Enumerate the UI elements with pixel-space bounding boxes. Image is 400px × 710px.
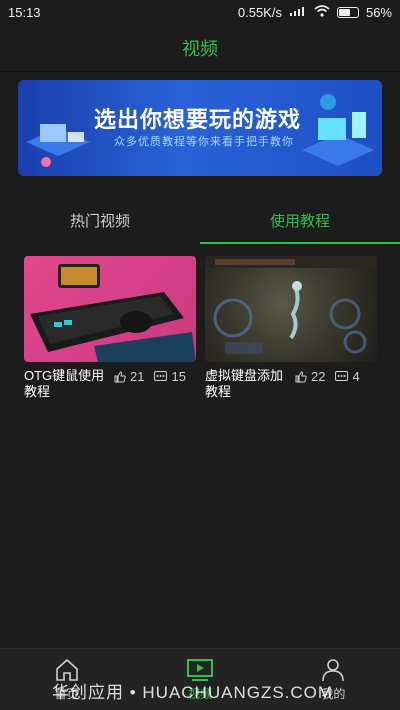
like-count: 21	[130, 369, 145, 384]
nav-home[interactable]: 首页	[0, 649, 133, 710]
video-icon	[186, 658, 213, 681]
thumbs-up-icon	[114, 370, 126, 382]
video-meta: 虚拟键盘添加教程 22 4	[205, 368, 400, 400]
banner-subtitle: 众多优质教程等你来看手把手教你	[114, 136, 294, 148]
battery-icon	[336, 6, 359, 18]
video-meta: OTG键鼠使用教程 21 15	[24, 368, 200, 400]
nav-video-label: 视频	[187, 686, 212, 701]
comment-count: 15	[171, 369, 186, 384]
signal-icon	[289, 5, 307, 20]
banner-title: 选出你想要玩的游戏	[94, 107, 302, 132]
video-title: 虚拟键盘添加教程	[205, 368, 284, 399]
user-icon	[322, 658, 345, 681]
comment-stat[interactable]: 4	[335, 369, 360, 384]
bottom-nav: 首页 视频 我的	[0, 648, 400, 710]
page-title: 视频	[182, 38, 218, 59]
video-tabs: 热门视频 使用教程	[0, 196, 400, 244]
game-screenshot-illustration	[205, 256, 377, 354]
video-card[interactable]: OTG键鼠使用教程 21 15	[0, 256, 200, 400]
keyboard-mouse-illustration	[30, 264, 196, 362]
like-stat[interactable]: 22	[295, 369, 325, 384]
comment-count: 4	[352, 369, 360, 384]
status-bar: 15:13 0.55K/s 56%	[0, 0, 400, 24]
nav-profile-label: 我的	[321, 686, 346, 701]
like-count: 22	[311, 369, 326, 384]
video-title: OTG键鼠使用教程	[24, 368, 105, 399]
status-time: 15:13	[8, 4, 41, 20]
tab-tutorials[interactable]: 使用教程	[200, 196, 400, 244]
promo-banner[interactable]: 选出你想要玩的游戏 众多优质教程等你来看手把手教你	[18, 80, 382, 176]
comment-icon	[335, 371, 349, 381]
video-list: OTG键鼠使用教程 21 15 虚拟键盘添加教程 22 4	[0, 256, 400, 400]
network-speed: 0.55K/s	[237, 4, 282, 20]
like-stat[interactable]: 21	[114, 369, 144, 384]
nav-video[interactable]: 视频	[133, 649, 266, 710]
thumbs-up-icon	[295, 370, 307, 382]
wifi-icon	[314, 4, 330, 20]
video-thumbnail[interactable]	[205, 256, 377, 362]
video-thumbnail[interactable]	[24, 256, 196, 362]
nav-profile[interactable]: 我的	[267, 649, 400, 710]
battery-level: 56%	[365, 4, 392, 20]
tab-hot-videos[interactable]: 热门视频	[0, 196, 200, 244]
nav-home-label: 首页	[54, 686, 79, 701]
status-right: 0.55K/s 56%	[238, 5, 392, 20]
home-icon	[55, 658, 78, 681]
comment-icon	[154, 371, 168, 381]
header: 视频	[0, 24, 400, 72]
comment-stat[interactable]: 15	[154, 369, 186, 384]
video-card[interactable]: 虚拟键盘添加教程 22 4	[200, 256, 400, 400]
